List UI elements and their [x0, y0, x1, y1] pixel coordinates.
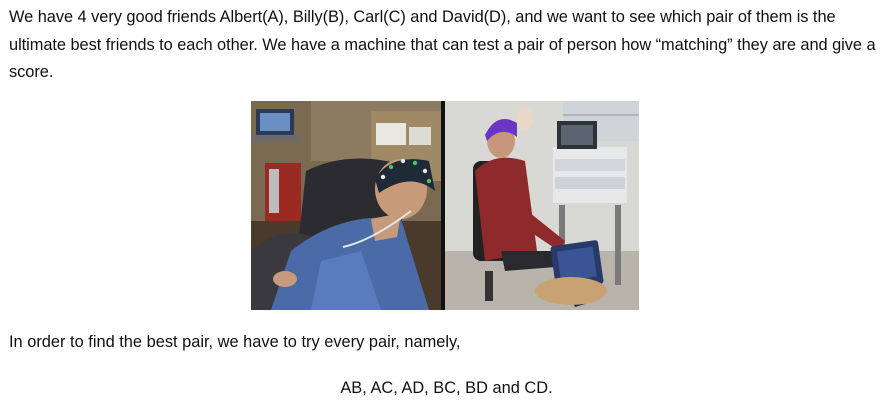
instruction-line: In order to find the best pair, we have …	[9, 333, 461, 351]
intro-paragraph: We have 4 very good friends Albert(A), B…	[9, 8, 876, 81]
photo-man-in-armchair	[251, 101, 441, 310]
photo-pair	[251, 101, 639, 310]
photo-man-at-keyboard	[445, 101, 639, 310]
pairs-line: AB, AC, AD, BC, BD and CD.	[340, 379, 553, 397]
